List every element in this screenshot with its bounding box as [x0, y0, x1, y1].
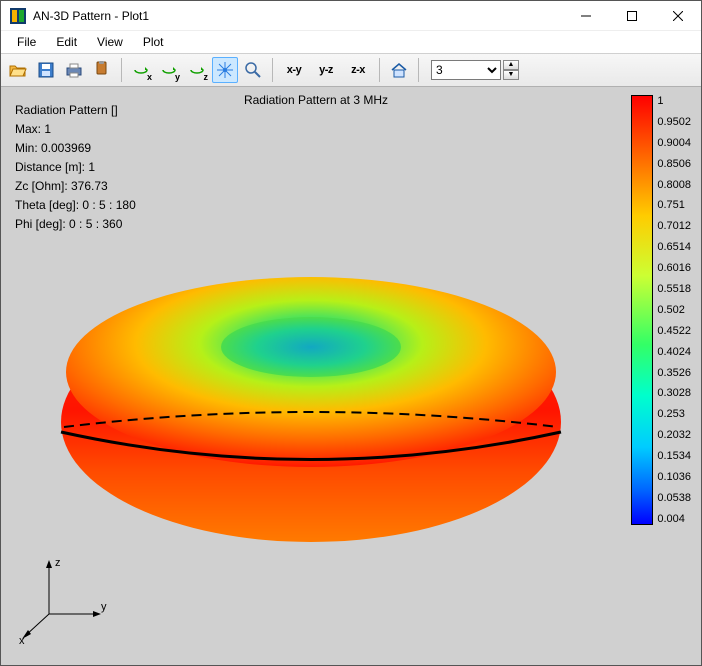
menu-file[interactable]: File — [7, 33, 46, 51]
axis-z-label: z — [55, 557, 61, 569]
print-button[interactable] — [61, 57, 87, 83]
rotate-z-button[interactable]: z — [184, 57, 210, 83]
plane-zx-button[interactable]: z-x — [343, 57, 373, 83]
title-bar: AN-3D Pattern - Plot1 — [1, 1, 701, 31]
info-zc: Zc [Ohm]: 376.73 — [15, 177, 136, 196]
cbar-tick: 0.2032 — [657, 429, 691, 441]
cbar-tick: 0.6514 — [657, 241, 691, 253]
colorbar-labels: 1 0.9502 0.9004 0.8506 0.8008 0.751 0.70… — [657, 95, 691, 525]
cbar-tick: 0.004 — [657, 513, 691, 525]
cbar-tick: 0.3028 — [657, 387, 691, 399]
colorbar-gradient — [631, 95, 653, 525]
maximize-button[interactable] — [609, 1, 655, 31]
close-button[interactable] — [655, 1, 701, 31]
cbar-tick: 0.8008 — [657, 179, 691, 191]
plot-canvas[interactable]: Radiation Pattern at 3 MHz Radiation Pat… — [1, 87, 701, 665]
cbar-tick: 1 — [657, 95, 691, 107]
plane-xy-button[interactable]: x-y — [279, 57, 309, 83]
save-button[interactable] — [33, 57, 59, 83]
separator — [379, 58, 380, 82]
frequency-select[interactable]: 3 — [431, 60, 501, 80]
radiation-pattern-3d — [41, 257, 581, 587]
axis-y-label: y — [101, 601, 107, 613]
cbar-tick: 0.4024 — [657, 346, 691, 358]
toolbar: x y z x-y y-z z-x 3 ▲ ▼ — [1, 53, 701, 87]
info-min: Min: 0.003969 — [15, 139, 136, 158]
cbar-tick: 0.9004 — [657, 137, 691, 149]
separator — [121, 58, 122, 82]
cbar-tick: 0.9502 — [657, 116, 691, 128]
info-phi: Phi [deg]: 0 : 5 : 360 — [15, 215, 136, 234]
rotate-free-button[interactable] — [212, 57, 238, 83]
info-name: Radiation Pattern [] — [15, 101, 136, 120]
cbar-tick: 0.3526 — [657, 367, 691, 379]
menu-view[interactable]: View — [87, 33, 133, 51]
cbar-tick: 0.6016 — [657, 262, 691, 274]
open-button[interactable] — [5, 57, 31, 83]
freq-down-button[interactable]: ▼ — [503, 70, 519, 80]
menu-edit[interactable]: Edit — [46, 33, 87, 51]
app-icon — [9, 7, 27, 25]
home-button[interactable] — [386, 57, 412, 83]
frequency-selector: 3 ▲ ▼ — [431, 60, 519, 80]
cbar-tick: 0.1534 — [657, 450, 691, 462]
axis-x-label: x — [19, 635, 25, 647]
window-title: AN-3D Pattern - Plot1 — [33, 9, 149, 23]
plane-yz-button[interactable]: y-z — [311, 57, 341, 83]
zoom-button[interactable] — [240, 57, 266, 83]
cbar-tick: 0.7012 — [657, 220, 691, 232]
plot-info-block: Radiation Pattern [] Max: 1 Min: 0.00396… — [15, 101, 136, 234]
colorbar: 1 0.9502 0.9004 0.8506 0.8008 0.751 0.70… — [631, 95, 691, 525]
menu-plot[interactable]: Plot — [133, 33, 174, 51]
cbar-tick: 0.1036 — [657, 471, 691, 483]
separator — [272, 58, 273, 82]
info-distance: Distance [m]: 1 — [15, 158, 136, 177]
rotate-x-button[interactable]: x — [128, 57, 154, 83]
app-window: AN-3D Pattern - Plot1 File Edit View Plo… — [0, 0, 702, 666]
cbar-tick: 0.5518 — [657, 283, 691, 295]
freq-up-button[interactable]: ▲ — [503, 60, 519, 70]
rotate-y-button[interactable]: y — [156, 57, 182, 83]
info-max: Max: 1 — [15, 120, 136, 139]
cbar-tick: 0.502 — [657, 304, 691, 316]
minimize-button[interactable] — [563, 1, 609, 31]
cbar-tick: 0.8506 — [657, 158, 691, 170]
cbar-tick: 0.0538 — [657, 492, 691, 504]
menu-bar: File Edit View Plot — [1, 31, 701, 53]
info-theta: Theta [deg]: 0 : 5 : 180 — [15, 196, 136, 215]
cbar-tick: 0.253 — [657, 408, 691, 420]
separator — [418, 58, 419, 82]
cbar-tick: 0.751 — [657, 199, 691, 211]
copy-button[interactable] — [89, 57, 115, 83]
axis-indicator: z y x — [19, 554, 109, 647]
cbar-tick: 0.4522 — [657, 325, 691, 337]
